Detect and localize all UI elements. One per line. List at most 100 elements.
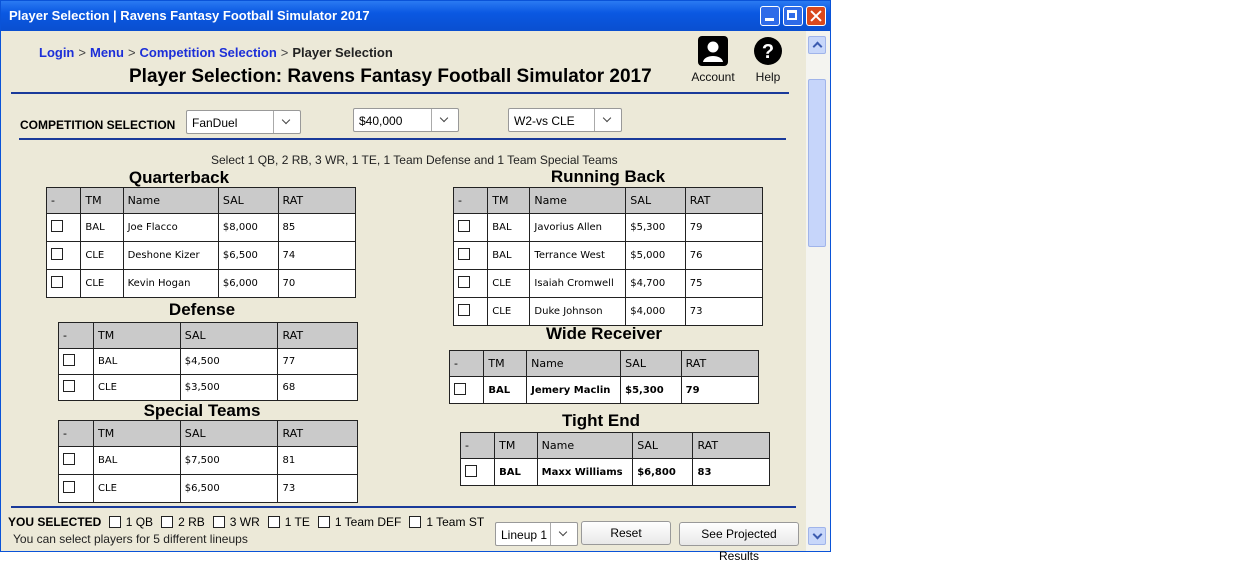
- selection-item-label: 2 RB: [178, 515, 205, 529]
- breadcrumb-separator: >: [127, 45, 136, 60]
- wr-table: - TM Name SAL RAT BAL Jemery Maclin $5,300 79: [448, 350, 760, 404]
- selection-item: 2 RB: [161, 515, 205, 529]
- see-projected-results-button[interactable]: See Projected Results: [679, 522, 799, 563]
- site-select[interactable]: FanDuel: [186, 110, 301, 134]
- selection-item: 3 WR: [212, 515, 260, 529]
- lineup-select-value: Lineup 1: [501, 528, 548, 542]
- tm-cell: BAL: [494, 458, 538, 486]
- select-player-checkbox[interactable]: [458, 304, 470, 316]
- column-header: -: [45, 187, 82, 214]
- table-row[interactable]: CLE $6,500 73: [57, 474, 358, 503]
- column-header: TM: [93, 322, 181, 349]
- sal-cell: $6,800: [632, 458, 694, 486]
- page-content: Login > Menu > Competition Selection > Player …: [1, 31, 806, 563]
- column-header: RAT: [277, 322, 358, 349]
- table-row[interactable]: BAL $4,500 77: [57, 348, 358, 375]
- sal-cell: $4,700: [625, 269, 686, 298]
- table-row[interactable]: BAL Joe Flacco $8,000 85: [45, 213, 357, 242]
- table-header-row: - TM Name SAL RAT: [45, 187, 357, 214]
- select-player-checkbox[interactable]: [458, 276, 470, 288]
- app-window: Player Selection | Ravens Fantasy Footba…: [0, 0, 831, 563]
- select-player-checkbox[interactable]: [63, 354, 75, 366]
- scroll-down-arrow[interactable]: [808, 527, 826, 545]
- week-select[interactable]: W2-vs CLE: [508, 108, 622, 132]
- budget-select[interactable]: $40,000: [353, 108, 459, 132]
- table-row[interactable]: BAL Jemery Maclin $5,300 79: [448, 376, 760, 404]
- you-selected-label: YOU SELECTED: [8, 515, 102, 529]
- week-select-value: W2-vs CLE: [514, 114, 575, 128]
- select-player-checkbox[interactable]: [51, 220, 63, 232]
- column-header: TM: [483, 350, 528, 377]
- breadcrumb-login[interactable]: Login: [39, 45, 74, 60]
- help-icon: ?: [754, 37, 782, 65]
- selection-item: 1 TE: [267, 515, 310, 529]
- help-button[interactable]: ? Help: [746, 35, 790, 84]
- table-row[interactable]: CLE Kevin Hogan $6,000 70: [45, 269, 357, 298]
- column-header: -: [448, 350, 485, 377]
- breadcrumb: Login > Menu > Competition Selection > Player …: [39, 45, 393, 60]
- te-table: - TM Name SAL RAT BAL Maxx Williams $6,800 83: [459, 432, 770, 486]
- select-player-checkbox[interactable]: [458, 220, 470, 232]
- table-row[interactable]: BAL Maxx Williams $6,800 83: [459, 458, 770, 486]
- breadcrumb-competition[interactable]: Competition Selection: [140, 45, 277, 60]
- instructions: Select 1 QB, 2 RB, 3 WR, 1 TE, 1 Team De…: [211, 153, 618, 167]
- select-player-checkbox[interactable]: [63, 380, 75, 392]
- svg-text:?: ?: [762, 41, 774, 63]
- defense-table: - TM SAL RAT BAL $4,500 77 CLE $3,500 68: [57, 322, 358, 401]
- table-row[interactable]: BAL Terrance West $5,000 76: [452, 241, 764, 270]
- selection-summary: YOU SELECTED 1 QB 2 RB 3 WR 1 TE 1 Team DEF 1…: [8, 515, 488, 529]
- select-player-checkbox[interactable]: [51, 248, 63, 260]
- breadcrumb-separator: >: [280, 45, 289, 60]
- column-header: Name: [529, 187, 627, 214]
- chevron-down-icon: [431, 109, 458, 131]
- scroll-up-arrow[interactable]: [808, 36, 826, 54]
- selection-checkbox: [317, 516, 330, 528]
- tm-cell: BAL: [93, 348, 181, 375]
- maximize-button[interactable]: [783, 6, 803, 26]
- breadcrumb-menu[interactable]: Menu: [90, 45, 124, 60]
- column-header: Name: [536, 432, 634, 459]
- rat-cell: 68: [277, 374, 358, 401]
- table-row[interactable]: CLE $3,500 68: [57, 374, 358, 401]
- checkbox-cell: [45, 241, 82, 270]
- table-row[interactable]: BAL $7,500 81: [57, 446, 358, 475]
- select-player-checkbox[interactable]: [63, 481, 75, 493]
- sal-cell: $4,000: [625, 297, 686, 326]
- selection-item: 1 Team DEF: [317, 515, 401, 529]
- checkbox-cell: [45, 213, 82, 242]
- lineup-select[interactable]: Lineup 1: [495, 522, 578, 546]
- select-player-checkbox[interactable]: [458, 248, 470, 260]
- column-header: RAT: [684, 187, 764, 214]
- divider: [19, 138, 786, 140]
- sal-cell: $6,000: [217, 269, 279, 298]
- select-player-checkbox[interactable]: [465, 464, 477, 477]
- column-header: SAL: [179, 322, 279, 349]
- scroll-thumb[interactable]: [808, 79, 826, 247]
- column-header: RAT: [277, 187, 357, 214]
- selection-checkbox: [212, 516, 225, 528]
- qb-table: - TM Name SAL RAT BAL Joe Flacco $8,000 85 CLE Des…: [45, 187, 357, 298]
- qb-title: Quarterback: [128, 168, 230, 187]
- column-header: TM: [487, 187, 531, 214]
- select-player-checkbox[interactable]: [63, 453, 75, 465]
- table-row[interactable]: CLE Isaiah Cromwell $4,700 75: [452, 269, 764, 298]
- account-icon: [698, 36, 728, 66]
- vertical-scrollbar[interactable]: [806, 31, 830, 551]
- checkbox-cell: [459, 458, 496, 486]
- reset-button[interactable]: Reset: [581, 521, 671, 545]
- close-button[interactable]: [806, 6, 826, 26]
- account-button[interactable]: Account: [685, 35, 741, 84]
- minimize-button[interactable]: [760, 6, 780, 26]
- table-header-row: - TM SAL RAT: [57, 420, 358, 447]
- rb-table: - TM Name SAL RAT BAL Javorius Allen $5,300 79 BA…: [452, 187, 764, 326]
- tm-cell: BAL: [93, 446, 181, 475]
- checkbox-cell: [452, 213, 489, 242]
- title-bar: Player Selection | Ravens Fantasy Footba…: [1, 1, 830, 31]
- table-row[interactable]: CLE Duke Johnson $4,000 73: [452, 297, 764, 326]
- select-player-checkbox[interactable]: [454, 382, 466, 395]
- sal-cell: $5,000: [625, 241, 686, 270]
- name-cell: Joe Flacco: [122, 213, 219, 242]
- table-row[interactable]: BAL Javorius Allen $5,300 79: [452, 213, 764, 242]
- table-row[interactable]: CLE Deshone Kizer $6,500 74: [45, 241, 357, 270]
- select-player-checkbox[interactable]: [51, 276, 63, 288]
